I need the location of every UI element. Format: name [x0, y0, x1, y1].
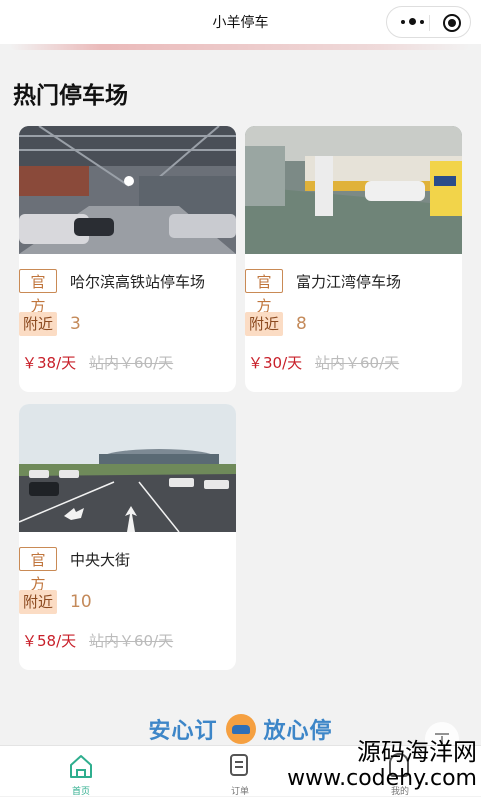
tab-home[interactable]: 首页 [41, 746, 121, 797]
original-price: 站内￥60/天 [89, 632, 174, 650]
lot-price: ￥38/天 [22, 354, 77, 372]
original-price: 站内￥60/天 [89, 354, 174, 372]
capsule-divider [429, 15, 430, 31]
section-title: 热门停车场 [13, 83, 128, 109]
home-icon [70, 755, 92, 778]
car-logo-icon [225, 714, 256, 744]
near-tag: 附近 [245, 312, 283, 336]
official-tag: 官方 [19, 269, 57, 315]
lot-price: ￥30/天 [248, 354, 303, 372]
tab-label: 订单 [230, 787, 249, 797]
indoor-garage-photo [19, 126, 236, 254]
parking-card[interactable]: 官方 中央大街 附近 10 ￥58/天 站内￥60/天 [19, 404, 236, 670]
order-icon [230, 754, 248, 776]
original-price: 站内￥60/天 [315, 354, 400, 372]
close-miniprogram-icon[interactable] [443, 14, 461, 32]
banner-edge [10, 44, 470, 50]
lot-price: ￥58/天 [22, 632, 77, 650]
nav-bar: 小羊停车 [0, 0, 481, 44]
lot-distance: 8 [296, 314, 307, 334]
official-tag: 官方 [245, 269, 283, 315]
near-tag: 附近 [19, 312, 57, 336]
watermark-en: www.codehy.com [287, 766, 477, 791]
lot-distance: 10 [70, 592, 92, 612]
underground-garage-photo [245, 126, 462, 254]
parking-card[interactable]: 官方 富力江湾停车场 附近 8 ￥30/天 站内￥60/天 [245, 126, 462, 392]
miniprogram-capsule [386, 6, 471, 38]
outdoor-lot-photo [19, 404, 236, 532]
official-tag: 官方 [19, 547, 57, 593]
lot-name: 哈尔滨高铁站停车场 [70, 273, 206, 291]
lot-distance: 3 [70, 314, 81, 334]
parking-card[interactable]: 官方 哈尔滨高铁站停车场 附近 3 ￥38/天 站内￥60/天 [19, 126, 236, 392]
more-icon[interactable] [401, 18, 424, 25]
watermark: 源码海洋网 www.codehy.com [287, 738, 477, 792]
slogan-left: 安心订 [148, 719, 218, 744]
near-tag: 附近 [19, 590, 57, 614]
watermark-cn: 源码海洋网 [357, 738, 477, 766]
lot-name: 富力江湾停车场 [296, 273, 402, 291]
lot-name: 中央大街 [70, 551, 131, 569]
tab-orders[interactable]: 订单 [200, 746, 280, 797]
tab-label: 首页 [71, 787, 90, 797]
